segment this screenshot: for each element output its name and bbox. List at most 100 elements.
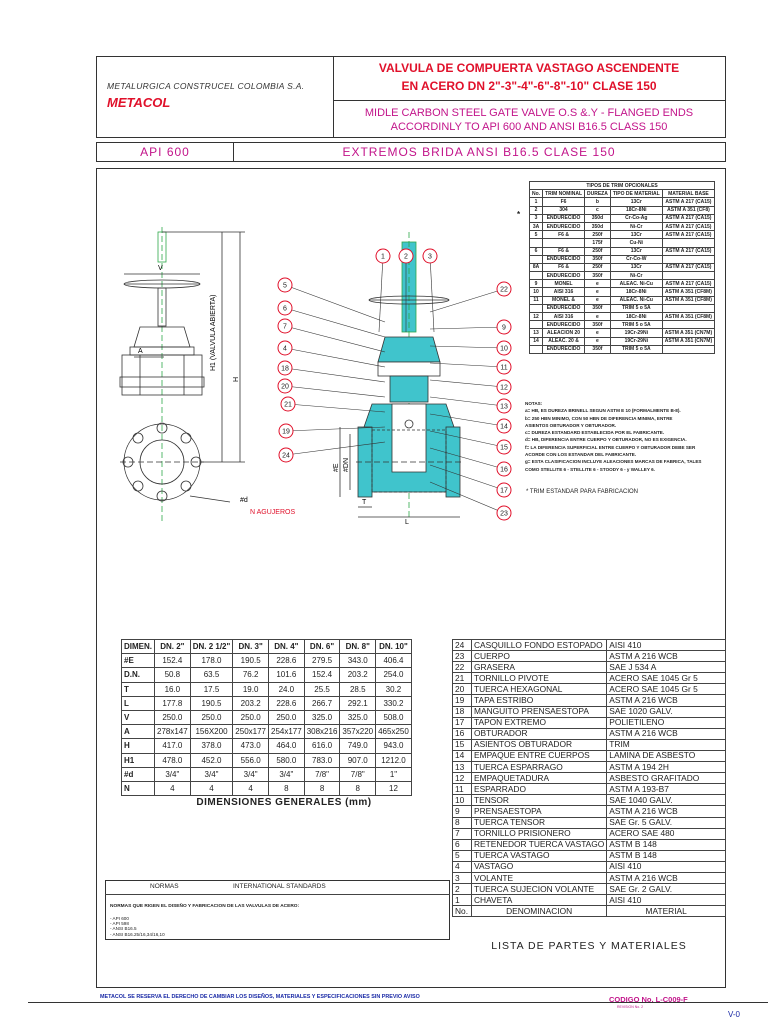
part-material: POLIETILENO xyxy=(606,716,726,729)
parts-table: 24 CASQUILLO FONDO ESTOPADO AISI 410 23 CUER… xyxy=(452,638,726,918)
trim-row: ENDURECIDO 350f Ni-Cr xyxy=(528,271,716,281)
trim-cell xyxy=(528,254,544,264)
trim-row: 3A ENDURECIDO 350d Ni-Cr ASTM A 217 (CA15) xyxy=(528,221,716,232)
dims-col-header: DN. 2 1/2" xyxy=(189,638,234,655)
trim-cell: e xyxy=(584,328,611,338)
trim-cell: ASTM A 217 (CA15) xyxy=(661,279,716,289)
trim-cell: ALEAC. Ni-Cu xyxy=(609,295,663,305)
trim-cell: 18Cr-8Ni xyxy=(609,205,663,215)
part-name: TUERCA HEXAGONAL xyxy=(470,683,608,696)
trim-cell xyxy=(661,320,716,330)
dims-col-header: DIMEN. xyxy=(121,638,155,655)
trim-cell: e xyxy=(584,336,611,346)
part-number: 4 xyxy=(452,860,472,873)
dims-row: #E 152.4 178.0 190.5 228.6 279.5 343.0 406.4 xyxy=(121,653,412,669)
dims-cell: 1212.0 xyxy=(375,752,412,768)
dims-col-header: DN. 10" xyxy=(375,638,412,655)
part-material: AISI 410 xyxy=(606,638,726,652)
trim-cell: 8A xyxy=(528,262,544,273)
dims-cell: 292.1 xyxy=(339,695,377,711)
part-material: ASTM A 216 WCB xyxy=(606,650,726,663)
balloon-leader xyxy=(429,255,435,333)
part-name: CUERPO xyxy=(470,650,608,663)
trim-cell: 175f xyxy=(584,238,611,248)
subtitle-line1: MIDLE CARBON STEEL GATE VALVE O.S &.Y - … xyxy=(364,107,694,119)
part-name: RETENEDOR TUERCA VASTAGO xyxy=(470,838,608,851)
balloon-leader xyxy=(429,288,505,313)
trim-cell: Ni-Cr xyxy=(609,221,663,232)
dims-cell: 7/8" xyxy=(303,766,341,782)
trim-row: 6 F6 & 250f 13Cr ASTM A 217 (CA15) xyxy=(528,246,716,256)
dims-cell: 508.0 xyxy=(375,709,412,726)
balloon-leader xyxy=(429,326,505,330)
trim-cell: F6 xyxy=(542,197,586,207)
note-line: COMO STELLITE 6 - STELLITE 6 - STOODY 6 … xyxy=(525,466,655,472)
standard-item: - ANSI B16.25/16,34/16,10 xyxy=(110,931,165,937)
trim-cell: 250f xyxy=(584,230,611,240)
dims-row: H1 478.0 452.0 556.0 580.0 783.0 907.0 1212.0 xyxy=(121,752,412,768)
dims-cell: 254.0 xyxy=(375,667,412,683)
dims-col-header: DN. 8" xyxy=(339,638,377,655)
trim-cell: e xyxy=(584,287,611,297)
dims-cell: 308x216 xyxy=(303,724,341,740)
part-material: LAMINA DE ASBESTO xyxy=(606,749,726,763)
trim-cell: 250f xyxy=(584,246,611,256)
trim-cell: Ni-Cr xyxy=(609,271,663,281)
trim-table: TIPOS DE TRIM OPCIONALES No. TRIM NOMINAL… xyxy=(528,180,716,354)
part-row: 10 TENSOR SAE 1040 GALV. xyxy=(452,794,726,807)
dims-cell: 250.0 xyxy=(189,709,234,726)
trim-cell: 6 xyxy=(528,246,544,256)
part-row: 12 EMPAQUETADURA ASBESTO GRAFITADO xyxy=(452,772,726,785)
trim-row: ENDURECIDO 350f TRIM 5 o 5A xyxy=(528,320,716,330)
trim-cell xyxy=(542,238,586,248)
dims-row: D.N. 50.8 63.5 76.2 101.6 152.4 203.2 254.0 xyxy=(121,667,412,683)
part-material: AISI 410 xyxy=(606,894,726,907)
dims-row-label: H1 xyxy=(121,752,155,768)
dims-cell: 203.2 xyxy=(232,695,269,711)
dims-cell: 464.0 xyxy=(268,738,305,754)
dims-cell: 3/4" xyxy=(268,766,305,782)
trim-cell: ENDURECIDO xyxy=(542,271,586,281)
part-number: 14 xyxy=(452,749,472,763)
label-h1: H1 (VALVULA ABIERTA) xyxy=(210,294,217,371)
part-material: TRIM xyxy=(606,738,726,751)
trim-cell: 350f xyxy=(584,254,611,264)
part-name: TORNILLO PRISIONERO xyxy=(470,827,608,840)
trim-cell: 18Cr-8Ni xyxy=(609,287,663,297)
trim-row: 9 MONEL e ALEAC. Ni-Cu ASTM A 217 (CA15) xyxy=(528,279,716,289)
trim-cell: ASTM A 351 (CF8M) xyxy=(661,295,716,305)
trim-cell: e xyxy=(584,279,611,289)
dims-cell: 3/4" xyxy=(154,766,191,782)
standards-text: NORMAS QUE RIGEN EL DISEÑO Y FABRICACION… xyxy=(110,904,300,909)
part-number: 5 xyxy=(452,849,472,862)
dims-cell: 417.0 xyxy=(154,738,191,754)
balloon-number: 5 xyxy=(283,283,287,290)
part-material: ACERO SAE 1045 Gr 5 xyxy=(606,683,726,696)
balloon-leader xyxy=(284,347,386,368)
label-holes: N AGUJEROS xyxy=(250,509,295,516)
trim-cell xyxy=(661,238,716,248)
part-material: AISI 410 xyxy=(606,860,726,873)
part-number: 1 xyxy=(452,894,472,907)
trim-cell: ENDURECIDO xyxy=(542,344,586,354)
part-number: 16 xyxy=(452,727,472,740)
trim-cell xyxy=(528,344,544,354)
balloon-number: 24 xyxy=(282,453,290,460)
notes: NOTAS: a= HB, ES DUREZA BRINELL SEGUN AS… xyxy=(525,400,701,473)
balloon-leader xyxy=(284,307,386,338)
dims-row-label: N xyxy=(121,780,155,797)
dims-cell: 156X200 xyxy=(189,724,234,740)
balloon-number: 1 xyxy=(381,254,385,261)
part-number: 2 xyxy=(452,883,472,896)
part-row: 1 CHAVETA AISI 410 xyxy=(452,894,726,907)
dims-cell: 616.0 xyxy=(303,738,341,754)
parts-col-header: No. xyxy=(452,905,472,918)
part-name: TUERCA ESPARRAGO xyxy=(470,761,608,774)
part-material: SAE J 534 A xyxy=(606,661,726,674)
dims-cell: 152.4 xyxy=(154,653,191,669)
trim-cell: b xyxy=(584,197,611,207)
trim-row: 14 ALEAC. 20 & e 19Cr-29Ni ASTM A 351 (CN7M) xyxy=(528,336,716,346)
part-row: 9 PRENSAESTOPA ASTM A 216 WCB xyxy=(452,805,726,818)
part-row: 8 TUERCA TENSOR SAE Gr. 5 GALV. xyxy=(452,816,726,829)
part-name: TENSOR xyxy=(470,794,608,807)
